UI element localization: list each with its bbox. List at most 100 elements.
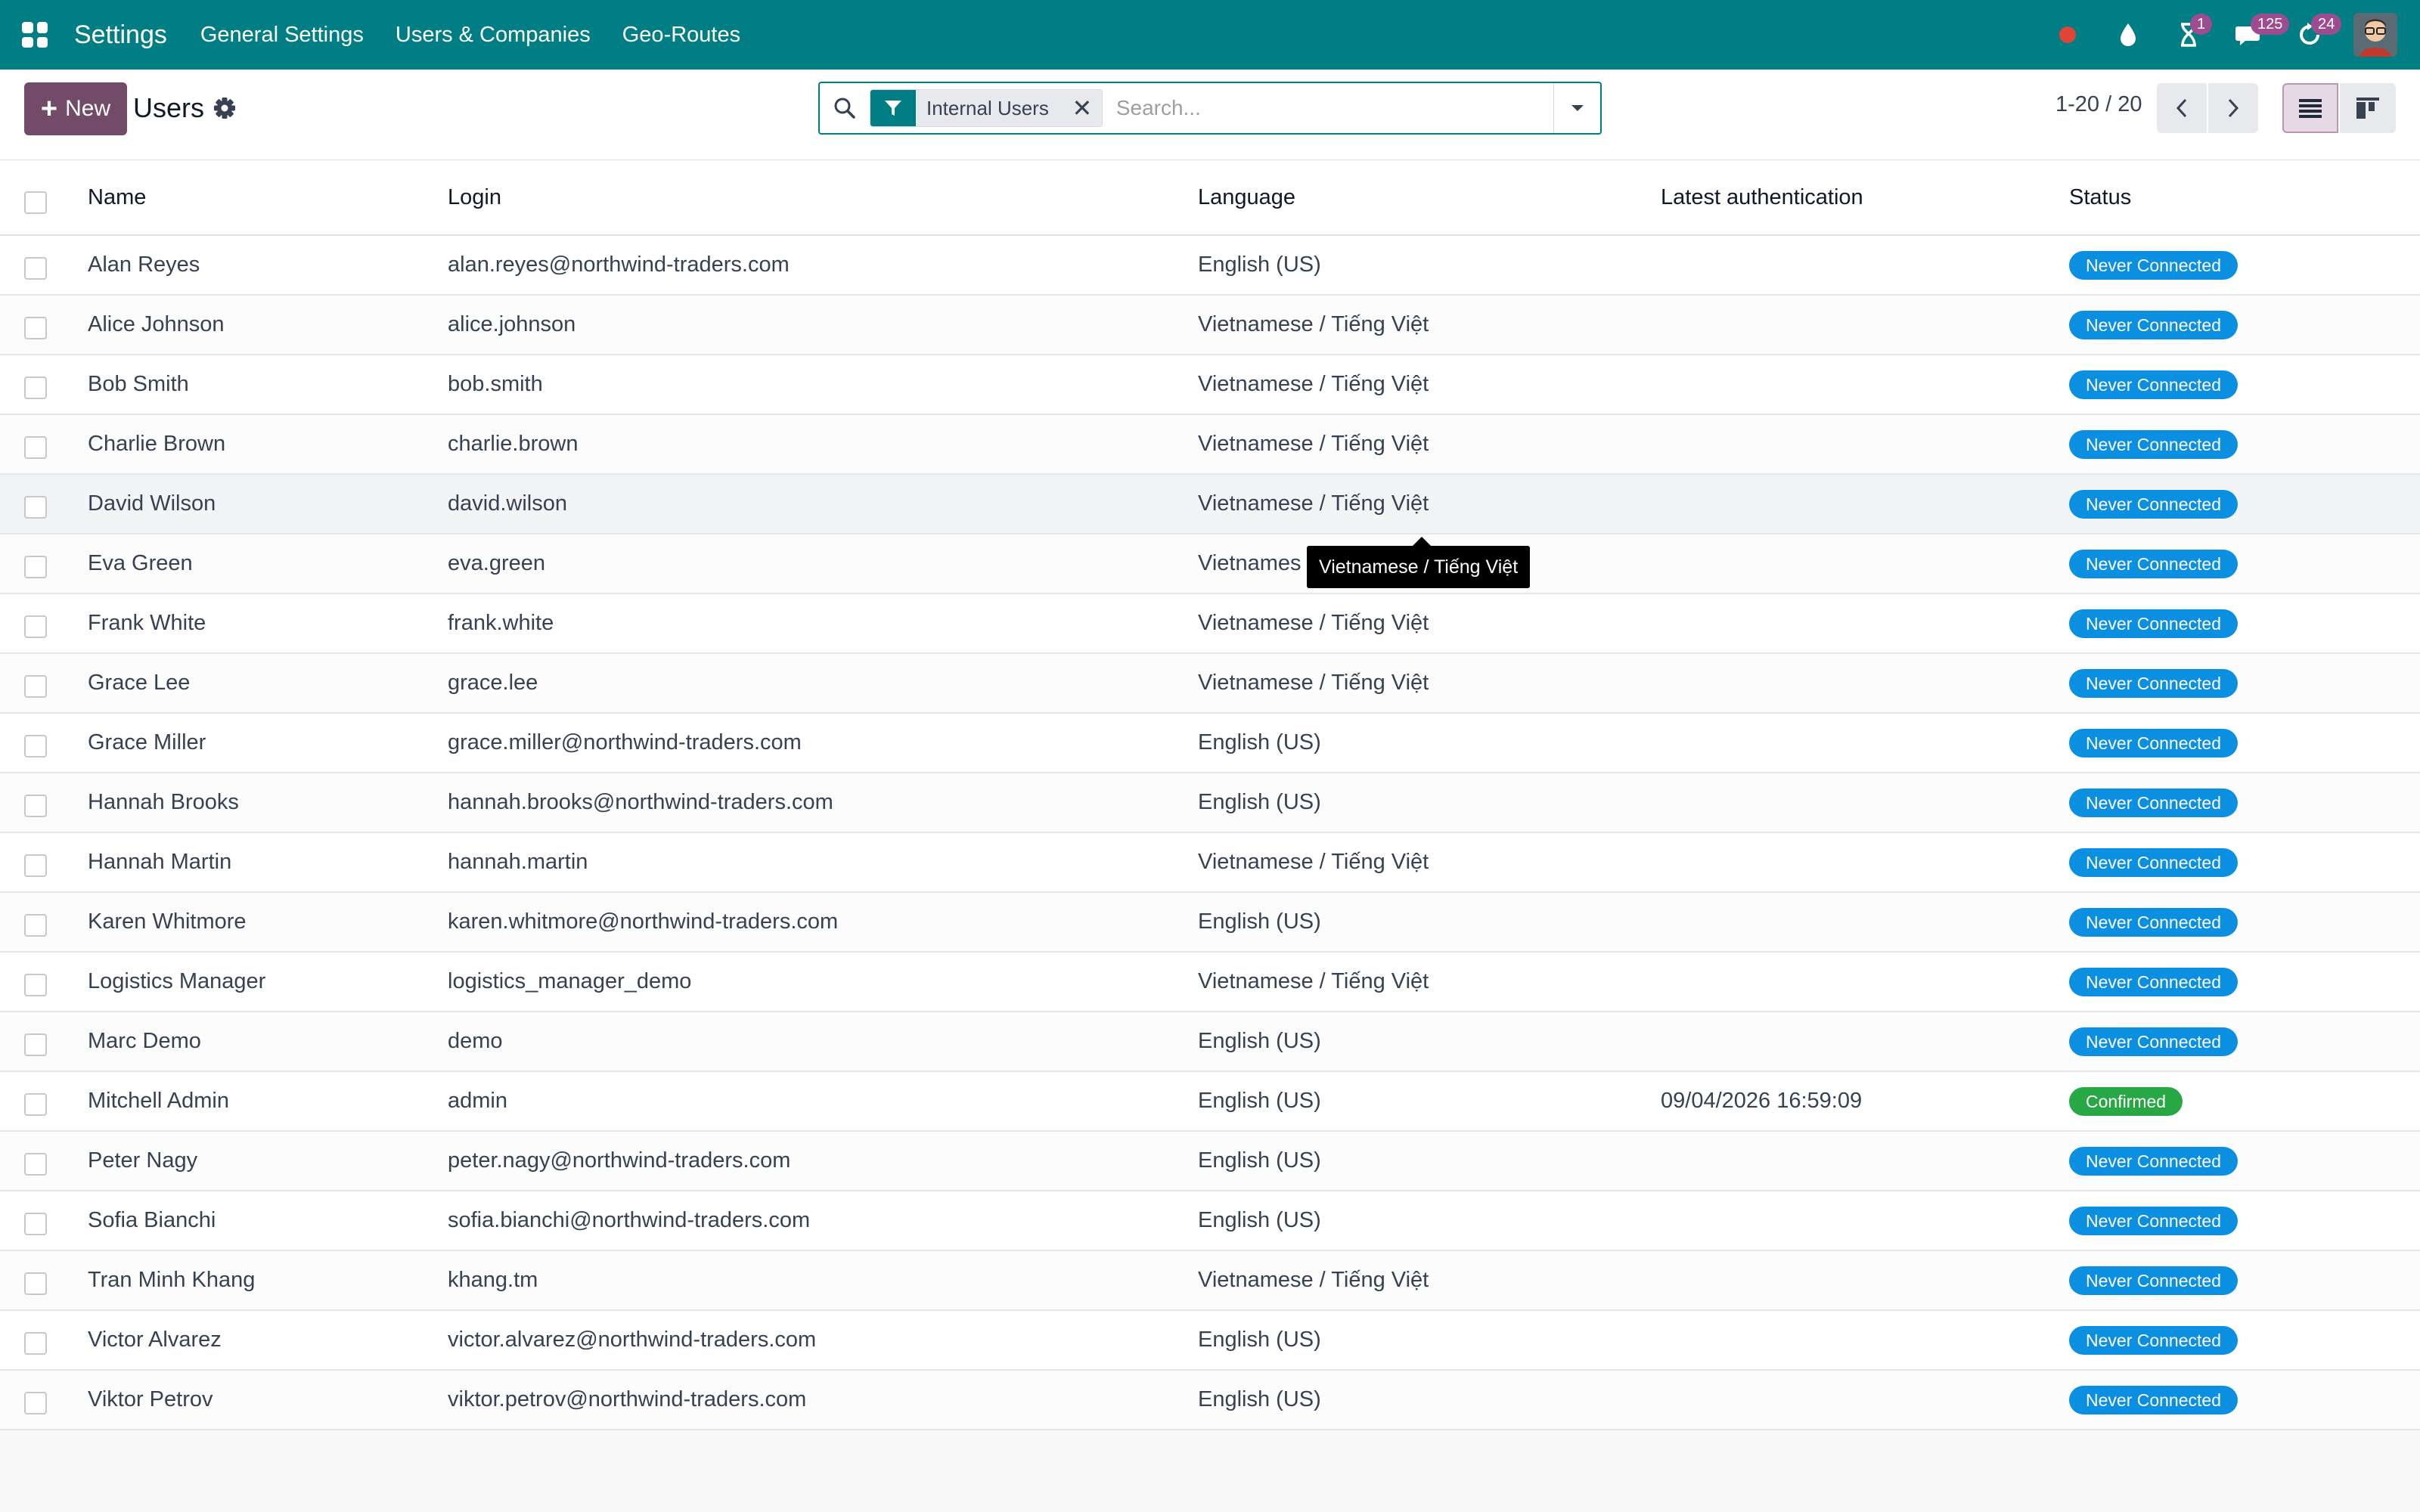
cell-language[interactable]: Vietnamese / Tiếng Việt bbox=[1198, 475, 1429, 533]
row-checkbox[interactable] bbox=[24, 913, 47, 937]
cell-name[interactable]: Marc Demo bbox=[88, 1012, 201, 1070]
activity-hourglass-icon[interactable]: 1 bbox=[2158, 0, 2219, 70]
cell-name[interactable]: David Wilson bbox=[88, 475, 216, 533]
kanban-view-button[interactable] bbox=[2340, 83, 2396, 133]
cell-name[interactable]: Grace Miller bbox=[88, 714, 206, 772]
cell-login[interactable]: frank.white bbox=[448, 594, 554, 652]
table-row[interactable]: Tran Minh Khang khang.tm Vietnamese / Tiến… bbox=[0, 1251, 2420, 1311]
cell-status[interactable]: Never Connected bbox=[2069, 1012, 2238, 1070]
column-header-name[interactable]: Name bbox=[88, 160, 146, 234]
cell-status[interactable]: Confirmed bbox=[2069, 1072, 2183, 1130]
cell-language[interactable]: English (US) bbox=[1198, 773, 1321, 832]
cell-login[interactable]: david.wilson bbox=[448, 475, 567, 533]
table-row[interactable]: Alan Reyes alan.reyes@northwind-traders.c… bbox=[0, 236, 2420, 296]
cell-status[interactable]: Never Connected bbox=[2069, 594, 2238, 652]
cell-latest-authentication[interactable]: 09/04/2026 16:59:09 bbox=[1661, 1072, 1862, 1130]
messages-chat-icon[interactable]: 125 bbox=[2219, 0, 2290, 70]
row-checkbox[interactable] bbox=[24, 1272, 47, 1295]
cell-name[interactable]: Tran Minh Khang bbox=[88, 1251, 255, 1309]
pager-value[interactable]: 1-20 / 20 bbox=[2055, 92, 2142, 117]
cell-name[interactable]: Hannah Martin bbox=[88, 833, 231, 891]
cell-login[interactable]: demo bbox=[448, 1012, 503, 1070]
table-row[interactable]: Grace Miller grace.miller@northwind-trade… bbox=[0, 714, 2420, 773]
table-row[interactable]: Alice Johnson alice.johnson Vietnamese / T… bbox=[0, 296, 2420, 355]
cell-login[interactable]: grace.miller@northwind-traders.com bbox=[448, 714, 802, 772]
cell-language[interactable]: Vietnamese / Tiếng Việt bbox=[1198, 415, 1429, 473]
column-header-login[interactable]: Login bbox=[448, 160, 501, 234]
row-checkbox[interactable] bbox=[24, 794, 47, 817]
row-checkbox[interactable] bbox=[24, 316, 47, 339]
cell-language[interactable]: English (US) bbox=[1198, 1012, 1321, 1070]
cell-login[interactable]: grace.lee bbox=[448, 654, 538, 712]
search-input[interactable] bbox=[1102, 85, 1553, 131]
cell-name[interactable]: Victor Alvarez bbox=[88, 1311, 222, 1369]
menu-users-companies[interactable]: Users & Companies bbox=[396, 23, 591, 48]
cell-login[interactable]: hannah.brooks@northwind-traders.com bbox=[448, 773, 833, 832]
table-row[interactable]: Charlie Brown charlie.brown Vietnamese / T… bbox=[0, 415, 2420, 475]
gear-icon[interactable] bbox=[212, 95, 237, 121]
cell-name[interactable]: Alan Reyes bbox=[88, 236, 200, 294]
table-row[interactable]: Sofia Bianchi sofia.bianchi@northwind-tra… bbox=[0, 1191, 2420, 1251]
cell-language[interactable]: Vietnamese / Tiếng Việt bbox=[1198, 594, 1429, 652]
table-row[interactable]: Mitchell Admin admin English (US) 09/04/202… bbox=[0, 1072, 2420, 1132]
app-name[interactable]: Settings bbox=[74, 20, 167, 50]
column-header-status[interactable]: Status bbox=[2069, 160, 2131, 234]
cell-status[interactable]: Never Connected bbox=[2069, 833, 2238, 891]
cell-name[interactable]: Hannah Brooks bbox=[88, 773, 239, 832]
table-row[interactable]: Logistics Manager logistics_manager_demo V… bbox=[0, 953, 2420, 1012]
drop-icon[interactable] bbox=[2098, 0, 2158, 70]
cell-login[interactable]: alice.johnson bbox=[448, 296, 576, 354]
menu-general-settings[interactable]: General Settings bbox=[200, 23, 364, 48]
cell-language[interactable]: Vietnamese / Tiếng Việt bbox=[1198, 355, 1429, 414]
cell-login[interactable]: logistics_manager_demo bbox=[448, 953, 691, 1011]
cell-name[interactable]: Alice Johnson bbox=[88, 296, 225, 354]
row-checkbox[interactable] bbox=[24, 1092, 47, 1116]
column-header-latest-authentication[interactable]: Latest authentication bbox=[1661, 160, 1863, 234]
row-checkbox[interactable] bbox=[24, 256, 47, 280]
pager-next-button[interactable] bbox=[2208, 83, 2258, 133]
table-row[interactable]: Karen Whitmore karen.whitmore@northwind-t… bbox=[0, 893, 2420, 953]
new-button[interactable]: + New bbox=[24, 82, 127, 135]
table-row[interactable]: Peter Nagy peter.nagy@northwind-traders.c… bbox=[0, 1132, 2420, 1191]
cell-name[interactable]: Frank White bbox=[88, 594, 206, 652]
cell-language[interactable]: English (US) bbox=[1198, 1371, 1321, 1429]
table-row[interactable]: David Wilson david.wilson Vietnamese / Tiế… bbox=[0, 475, 2420, 534]
cell-login[interactable]: eva.green bbox=[448, 534, 545, 593]
cell-language[interactable]: English (US) bbox=[1198, 1191, 1321, 1250]
cell-status[interactable]: Never Connected bbox=[2069, 415, 2238, 473]
cell-login[interactable]: viktor.petrov@northwind-traders.com bbox=[448, 1371, 806, 1429]
cell-status[interactable]: Never Connected bbox=[2069, 953, 2238, 1011]
row-checkbox[interactable] bbox=[24, 555, 47, 578]
row-checkbox[interactable] bbox=[24, 376, 47, 399]
table-row[interactable]: Bob Smith bob.smith Vietnamese / Tiếng Việ… bbox=[0, 355, 2420, 415]
table-row[interactable]: Victor Alvarez victor.alvarez@northwind-t… bbox=[0, 1311, 2420, 1371]
cell-login[interactable]: karen.whitmore@northwind-traders.com bbox=[448, 893, 838, 951]
table-row[interactable]: Hannah Brooks hannah.brooks@northwind-tra… bbox=[0, 773, 2420, 833]
cell-name[interactable]: Karen Whitmore bbox=[88, 893, 247, 951]
cell-language[interactable]: Vietnames bbox=[1198, 534, 1302, 593]
cell-language[interactable]: English (US) bbox=[1198, 1072, 1321, 1130]
cell-name[interactable]: Eva Green bbox=[88, 534, 193, 593]
cell-login[interactable]: alan.reyes@northwind-traders.com bbox=[448, 236, 790, 294]
row-checkbox[interactable] bbox=[24, 1391, 47, 1414]
cell-language[interactable]: Vietnamese / Tiếng Việt bbox=[1198, 296, 1429, 354]
list-view-button[interactable] bbox=[2282, 83, 2338, 133]
cell-status[interactable]: Never Connected bbox=[2069, 355, 2238, 414]
cell-status[interactable]: Never Connected bbox=[2069, 236, 2238, 294]
cell-name[interactable]: Sofia Bianchi bbox=[88, 1191, 216, 1250]
cell-status[interactable]: Never Connected bbox=[2069, 534, 2238, 593]
pager-previous-button[interactable] bbox=[2157, 83, 2207, 133]
cell-login[interactable]: peter.nagy@northwind-traders.com bbox=[448, 1132, 790, 1190]
table-row[interactable]: Hannah Martin hannah.martin Vietnamese / T… bbox=[0, 833, 2420, 893]
row-checkbox[interactable] bbox=[24, 435, 47, 459]
cell-status[interactable]: Never Connected bbox=[2069, 475, 2238, 533]
cell-status[interactable]: Never Connected bbox=[2069, 654, 2238, 712]
table-row[interactable]: Marc Demo demo English (US) Never Connected bbox=[0, 1012, 2420, 1072]
cell-login[interactable]: hannah.martin bbox=[448, 833, 588, 891]
record-dot-icon[interactable] bbox=[2037, 0, 2098, 70]
cell-language[interactable]: Vietnamese / Tiếng Việt bbox=[1198, 833, 1429, 891]
row-checkbox[interactable] bbox=[24, 854, 47, 877]
cell-status[interactable]: Never Connected bbox=[2069, 1251, 2238, 1309]
cell-login[interactable]: bob.smith bbox=[448, 355, 543, 414]
cell-status[interactable]: Never Connected bbox=[2069, 296, 2238, 354]
